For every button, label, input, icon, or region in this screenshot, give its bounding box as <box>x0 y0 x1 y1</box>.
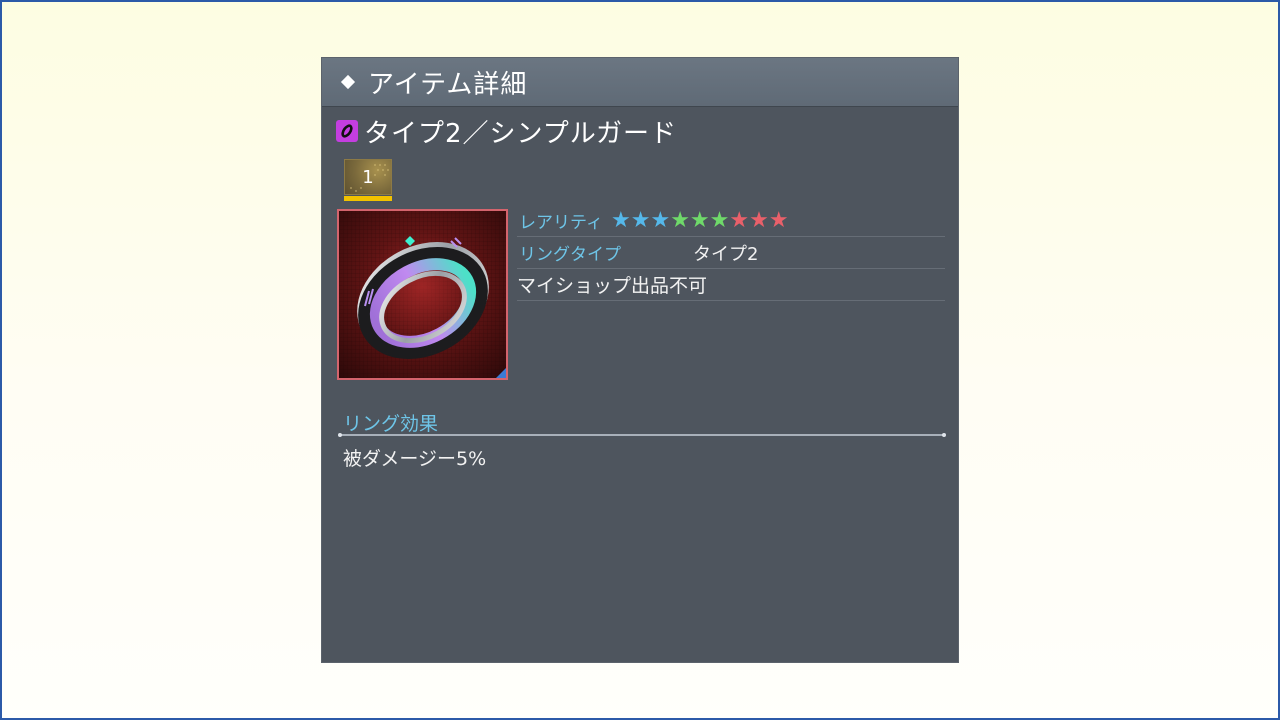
quantity-badge: 1 <box>344 159 392 201</box>
ring-illustration <box>357 236 489 359</box>
section-divider <box>338 433 946 437</box>
rarity-star-icon: ★ <box>709 207 730 233</box>
item-properties: レアリティ ★ ★ ★ ★ ★ ★ ★ ★ ★ リングタイプ タイプ2 マイショップ出品不可 <box>517 205 945 301</box>
panel-header: アイテム詳細 <box>322 58 958 107</box>
item-image[interactable] <box>337 209 508 380</box>
ring-effect-text: 被ダメージー5% <box>343 448 487 470</box>
rarity-star-icon: ★ <box>630 207 651 233</box>
rarity-star-icon: ★ <box>689 207 710 233</box>
shop-note: マイショップ出品不可 <box>517 275 708 297</box>
rarity-label: レアリティ <box>519 213 603 233</box>
rarity-star-icon: ★ <box>650 207 671 233</box>
corner-mark <box>495 367 506 378</box>
rarity-row: レアリティ ★ ★ ★ ★ ★ ★ ★ ★ ★ <box>517 205 945 237</box>
panel-title: アイテム詳細 <box>368 69 528 100</box>
item-name-row: タイプ2／シンプルガード <box>336 116 677 149</box>
item-detail-panel: アイテム詳細 タイプ2／シンプルガード 1 レアリティ ★ ★ ★ ★ ★ ★ … <box>321 57 959 663</box>
rarity-stars: ★ ★ ★ ★ ★ ★ ★ ★ ★ <box>610 207 789 233</box>
rarity-star-icon: ★ <box>670 207 690 233</box>
shop-note-row: マイショップ出品不可 <box>517 269 945 301</box>
quantity-bar <box>344 196 392 201</box>
rarity-star-icon: ★ <box>610 207 631 233</box>
ring-type-value: タイプ2 <box>693 243 759 265</box>
diamond-icon <box>340 74 356 90</box>
quantity-value: 1 <box>362 167 374 188</box>
rarity-star-icon: ★ <box>749 207 769 233</box>
ring-type-row: リングタイプ タイプ2 <box>517 237 945 269</box>
item-name: タイプ2／シンプルガード <box>364 118 677 149</box>
ring-type-label: リングタイプ <box>519 245 621 265</box>
rarity-star-icon: ★ <box>729 207 750 233</box>
ring-effect-title: リング効果 <box>343 413 439 435</box>
rarity-star-icon: ★ <box>768 207 789 233</box>
ring-icon <box>336 120 358 142</box>
